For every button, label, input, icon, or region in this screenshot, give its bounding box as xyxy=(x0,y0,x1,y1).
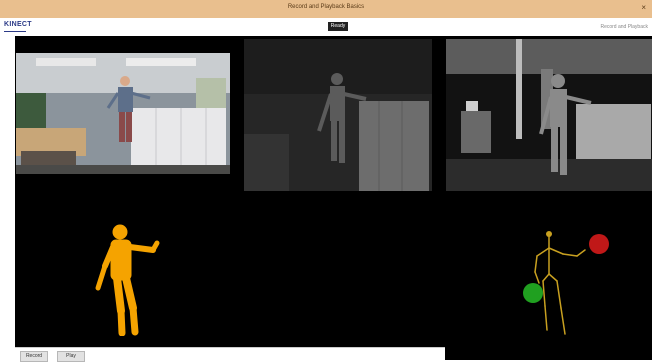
window-titlebar: Record and Playback Basics × xyxy=(0,0,652,19)
depth-scene-image xyxy=(244,39,432,191)
hand-open-indicator xyxy=(523,283,543,303)
kinect-logo: KINECT xyxy=(4,21,32,28)
body-silhouette xyxy=(95,224,160,336)
infrared-stream-view xyxy=(446,39,652,191)
record-button[interactable]: Record xyxy=(20,351,48,362)
close-icon[interactable]: × xyxy=(641,3,646,12)
color-stream-view xyxy=(16,53,230,174)
office-scene-image xyxy=(16,53,230,174)
window-title: Record and Playback Basics xyxy=(287,4,365,10)
stream-stage xyxy=(15,36,652,360)
depth-stream-view xyxy=(244,39,432,191)
app-label: Record and Playback xyxy=(600,24,648,30)
status-tab[interactable]: Ready xyxy=(328,22,348,31)
infrared-scene-image xyxy=(446,39,652,191)
logo-underline xyxy=(4,31,26,32)
app-header: KINECT Ready Record and Playback xyxy=(0,18,652,36)
body-index-view xyxy=(75,216,185,336)
playback-controls: Record Play xyxy=(15,347,445,362)
skeleton-figure xyxy=(523,231,609,335)
play-button[interactable]: Play xyxy=(57,351,85,362)
skeleton-view xyxy=(505,226,615,346)
hand-closed-indicator xyxy=(589,234,609,254)
